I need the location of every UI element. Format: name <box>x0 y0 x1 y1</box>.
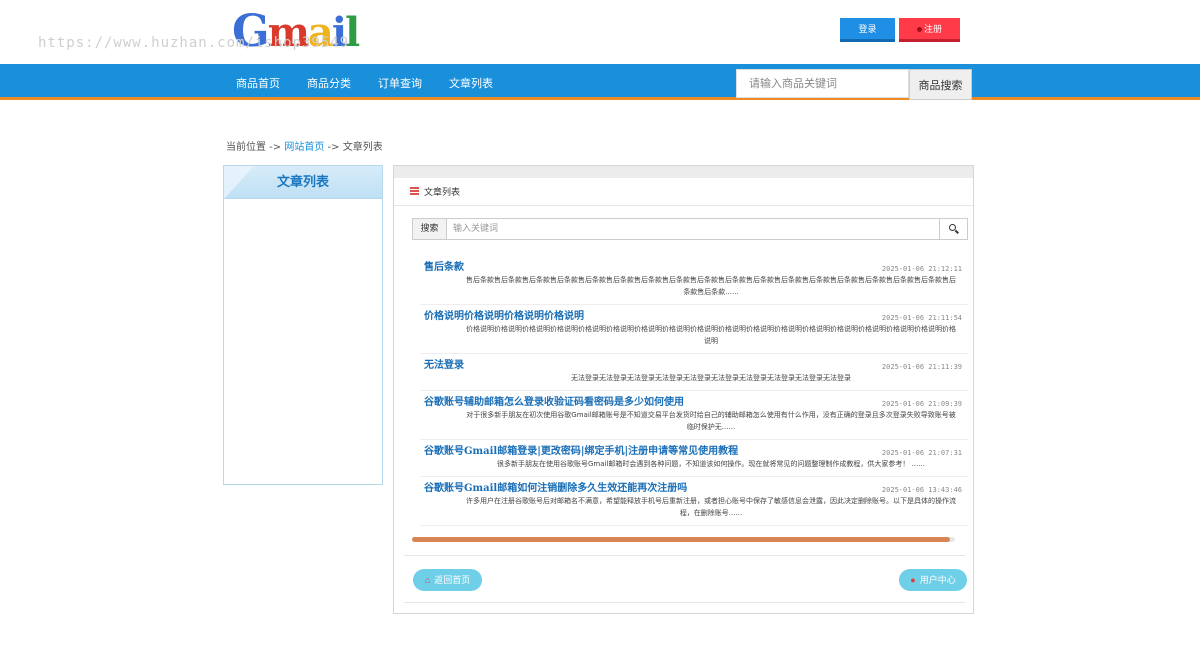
article-list: 售后条款 2025-01-06 21:12:11 售后条款售后条款售后条款售后条… <box>420 256 968 526</box>
article-excerpt: 无法登录无法登录无法登录无法登录无法登录无法登录无法登录无法登录无法登录无法登录 <box>571 374 851 382</box>
list-icon <box>410 187 419 195</box>
sidebar-header: 文章列表 <box>224 166 382 199</box>
article-date: 2025-01-06 21:07:31 <box>881 449 962 457</box>
user-icon <box>916 27 922 33</box>
home-icon: ⌂ <box>424 575 431 585</box>
article-date: 2025-01-06 21:12:11 <box>881 265 962 273</box>
back-home-button[interactable]: ⌂ 返回首页 <box>413 569 482 591</box>
product-search-input[interactable]: 请输入商品关键词 <box>736 69 909 98</box>
list-item: 谷歌账号Gmail邮箱登录|更改密码|绑定手机|注册申请等常见使用教程 2025… <box>420 440 968 477</box>
breadcrumb-home-link[interactable]: 网站首页 <box>284 142 324 153</box>
list-item: 价格说明价格说明价格说明价格说明 2025-01-06 21:11:54 价格说… <box>420 305 968 354</box>
sidebar-title: 文章列表 <box>276 175 329 190</box>
nav-item-articles[interactable]: 文章列表 <box>449 64 493 100</box>
search-label: 搜索 <box>413 219 447 239</box>
list-item: 谷歌账号Gmail邮箱如何注销删除多久生效还能再次注册吗 2025-01-06 … <box>420 477 968 526</box>
article-excerpt: 对于很多新手朋友在初次使用谷歌Gmail邮箱账号是不知道交易平台发货时给自己的辅… <box>466 411 956 431</box>
article-excerpt: 售后条款售后条款售后条款售后条款售后条款售后条款售后条款售后条款售后条款售后条款… <box>466 276 956 296</box>
user-center-button[interactable]: ● 用户中心 <box>899 569 967 591</box>
horizontal-scrollbar[interactable] <box>412 537 955 542</box>
article-date: 2025-01-06 21:11:54 <box>881 314 962 322</box>
breadcrumb: 当前位置 -> 网站首页 -> 文章列表 <box>226 142 383 153</box>
main-nav: 商品首页 商品分类 订单查询 文章列表 <box>0 64 1200 100</box>
list-item: 谷歌账号辅助邮箱怎么登录收验证码看密码是多少如何使用 2025-01-06 21… <box>420 391 968 440</box>
product-search-button[interactable]: 商品搜索 <box>909 69 972 100</box>
article-excerpt: 很多新手朋友在使用谷歌账号Gmail邮箱时会遇到各种问题，不知道该如何操作。现在… <box>497 460 925 468</box>
panel-header: 文章列表 <box>394 178 973 206</box>
scrollbar-thumb[interactable] <box>412 537 950 542</box>
article-date: 2025-01-06 13:43:46 <box>881 486 962 494</box>
article-excerpt: 价格说明价格说明价格说明价格说明价格说明价格说明价格说明价格说明价格说明价格说明… <box>466 325 956 345</box>
article-search: 搜索 输入关键词 <box>412 218 968 240</box>
register-button[interactable]: 注册 <box>899 18 960 42</box>
article-date: 2025-01-06 21:11:39 <box>881 363 962 371</box>
article-list-panel: 文章列表 搜索 输入关键词 售后条款 2025-01-06 21:12:11 售… <box>393 165 974 614</box>
nav-item-home[interactable]: 商品首页 <box>236 64 280 100</box>
watermark: https://www.huzhan.com/ishop39549 <box>38 35 350 51</box>
site-header: Gmail https://www.huzhan.com/ishop39549 … <box>0 0 1200 64</box>
nav-item-orders[interactable]: 订单查询 <box>378 64 422 100</box>
nav-item-categories[interactable]: 商品分类 <box>307 64 351 100</box>
article-search-input[interactable]: 输入关键词 <box>453 219 498 239</box>
article-date: 2025-01-06 21:09:39 <box>881 400 962 408</box>
sidebar: 文章列表 <box>223 165 383 485</box>
list-item: 售后条款 2025-01-06 21:12:11 售后条款售后条款售后条款售后条… <box>420 256 968 305</box>
breadcrumb-current: 文章列表 <box>342 142 383 153</box>
login-button[interactable]: 登录 <box>840 18 895 42</box>
user-icon: ● <box>910 575 916 585</box>
article-excerpt: 许多用户在注册谷歌账号后对邮箱名不满意，希望能释放手机号后重新注册，或者担心账号… <box>466 497 956 517</box>
panel-title: 文章列表 <box>424 188 461 198</box>
list-item: 无法登录 2025-01-06 21:11:39 无法登录无法登录无法登录无法登… <box>420 354 968 391</box>
search-button[interactable] <box>939 219 967 239</box>
